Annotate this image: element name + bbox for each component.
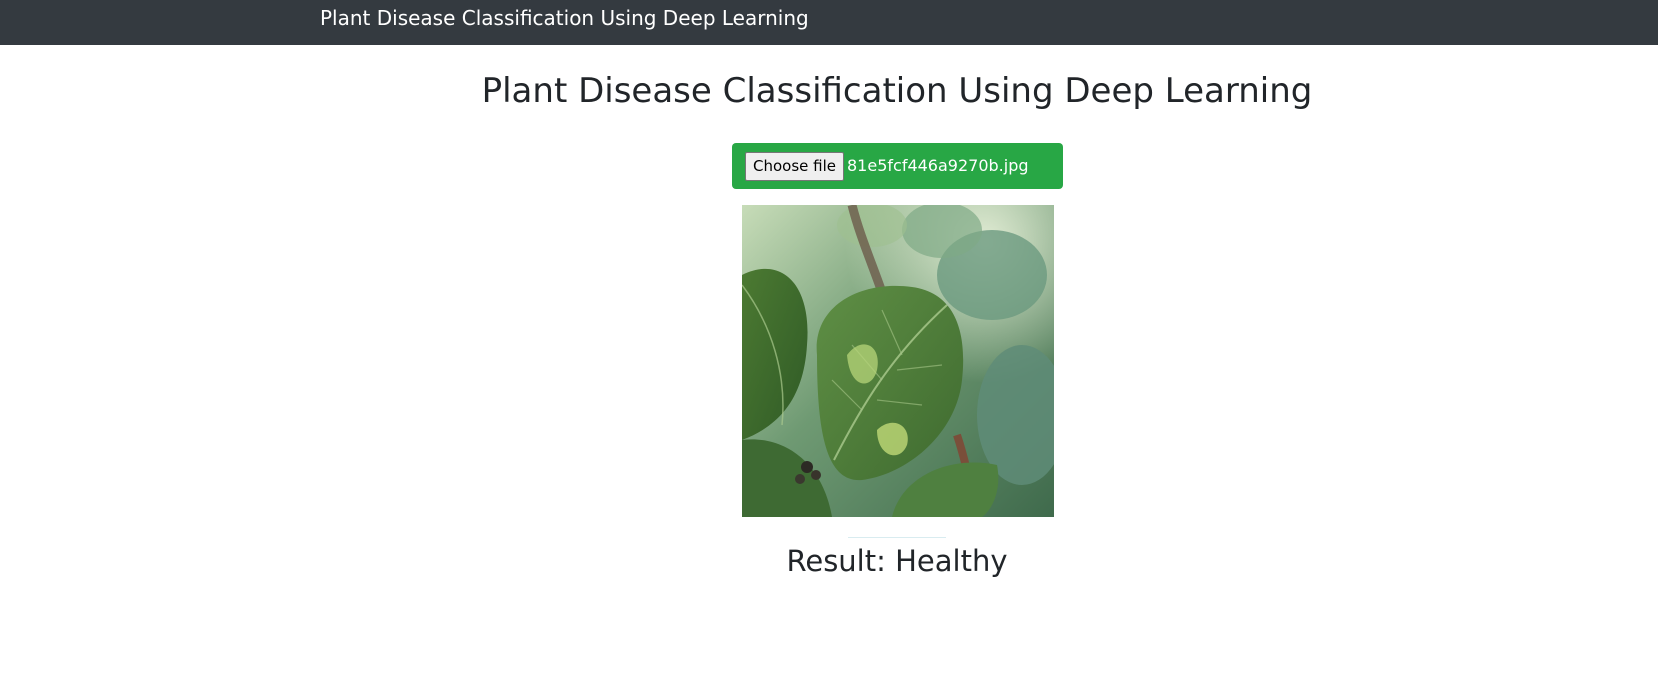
classification-result: Result: Healthy [786, 544, 1008, 578]
navbar: Plant Disease Classification Using Deep … [0, 0, 1658, 45]
navbar-brand[interactable]: Plant Disease Classification Using Deep … [320, 5, 809, 31]
file-upload-box: Choose file 81e5fcf446a9270b.jpg [732, 143, 1063, 189]
page-title: Plant Disease Classification Using Deep … [481, 71, 1313, 111]
selected-file-name: 81e5fcf446a9270b.jpg [847, 156, 1029, 175]
result-divider [848, 537, 946, 538]
choose-file-button[interactable]: Choose file [745, 152, 844, 181]
uploaded-leaf-image [742, 205, 1054, 517]
